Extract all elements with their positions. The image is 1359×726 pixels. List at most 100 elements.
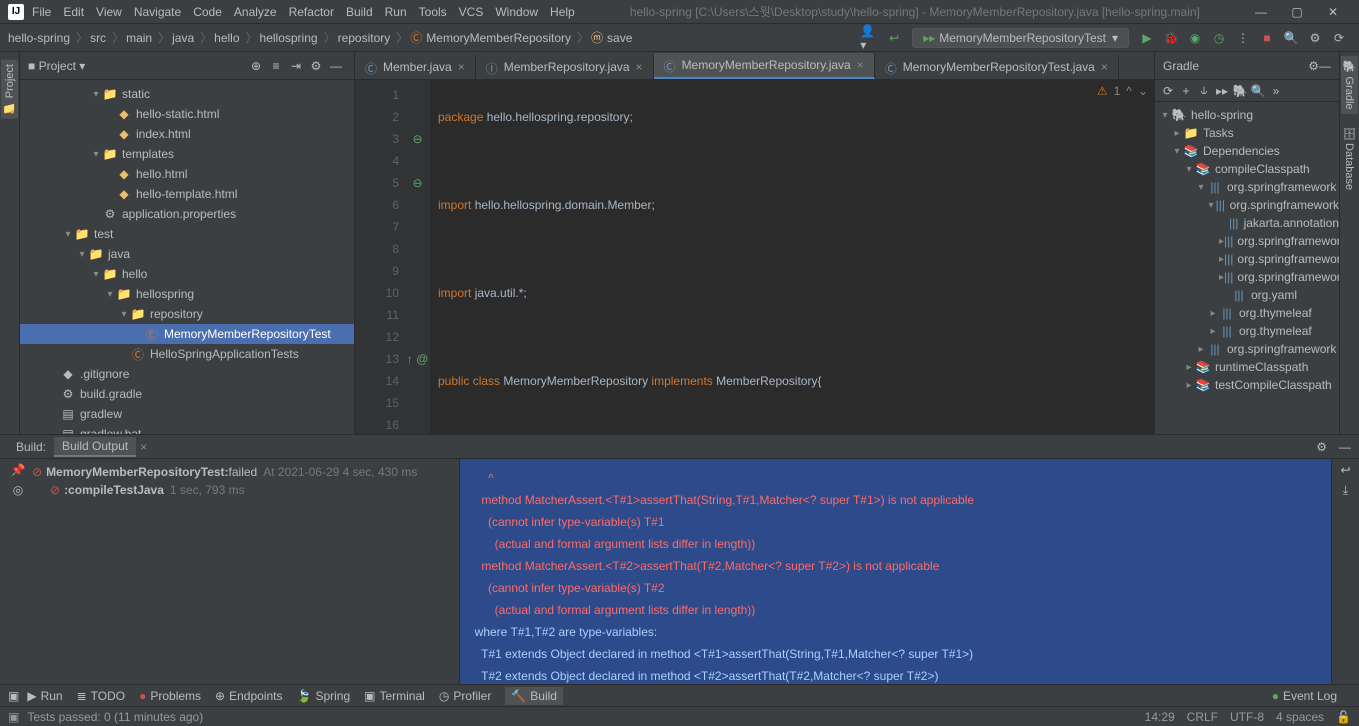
gradle-node[interactable]: ▾|||org.springframework	[1155, 196, 1339, 214]
menu-vcs[interactable]: VCS	[459, 5, 484, 19]
menu-code[interactable]: Code	[193, 5, 222, 19]
tree-node[interactable]: ▤gradlew	[20, 404, 354, 424]
gradle-node[interactable]: |||org.yaml	[1155, 286, 1339, 304]
menu-edit[interactable]: Edit	[63, 5, 84, 19]
tree-node[interactable]: ▾📁templates	[20, 144, 354, 164]
line-separator[interactable]: CRLF	[1187, 710, 1218, 724]
indent-status[interactable]: 4 spaces	[1276, 710, 1324, 724]
tree-node[interactable]: ◆hello.html	[20, 164, 354, 184]
gradle-node[interactable]: |||jakarta.annotation	[1155, 214, 1339, 232]
profiler-tab[interactable]: ◷ Profiler	[439, 689, 492, 703]
close-button[interactable]: ✕	[1315, 5, 1351, 19]
add-icon[interactable]: +	[1177, 82, 1195, 100]
gradle-node[interactable]: ▾🐘hello-spring	[1155, 106, 1339, 124]
gear-icon[interactable]: ⚙	[306, 56, 326, 76]
expand-all-icon[interactable]: ≡	[266, 56, 286, 76]
crumb[interactable]: main	[126, 31, 152, 45]
editor-tab[interactable]: ⒸMember.java×	[355, 55, 476, 79]
gradle-node[interactable]: ▸📁Tasks	[1155, 124, 1339, 142]
crumb[interactable]: MemoryMemberRepository	[426, 31, 571, 45]
file-encoding[interactable]: UTF-8	[1230, 710, 1264, 724]
tree-node[interactable]: ⚙application.properties	[20, 204, 354, 224]
tree-node[interactable]: ◆hello-template.html	[20, 184, 354, 204]
run-config-selector[interactable]: ▸▸ MemoryMemberRepositoryTest ▾	[912, 28, 1129, 48]
crumb[interactable]: java	[172, 31, 194, 45]
gradle-node[interactable]: ▸|||org.thymeleaf	[1155, 322, 1339, 340]
spring-tab[interactable]: 🍃 Spring	[296, 689, 350, 703]
tree-node[interactable]: ▾📁repository	[20, 304, 354, 324]
coverage-button[interactable]: ◉	[1185, 28, 1205, 48]
execute-icon[interactable]: 🐘	[1231, 82, 1249, 100]
gradle-node[interactable]: ▸📚testCompileClasspath	[1155, 376, 1339, 394]
gradle-node[interactable]: ▸|||org.springframework	[1155, 232, 1339, 250]
caret-position[interactable]: 14:29	[1145, 710, 1175, 724]
breadcrumb[interactable]: hello-spring〉 src〉 main〉 java〉 hello〉 he…	[8, 29, 636, 46]
expand-icon[interactable]: »	[1267, 82, 1285, 100]
hide-icon[interactable]: —	[1319, 59, 1331, 73]
sync-icon[interactable]: ⟳	[1329, 28, 1349, 48]
crumb[interactable]: Ⓒ	[410, 29, 422, 46]
scroll-end-icon[interactable]: ⤓	[1343, 483, 1348, 498]
crumb[interactable]: src	[90, 31, 106, 45]
gear-icon[interactable]: ⚙	[1316, 440, 1327, 454]
hide-icon[interactable]: —	[326, 56, 346, 76]
build-tree[interactable]: 📌 ◎ ⊘MemoryMemberRepositoryTest: failedA…	[0, 459, 460, 684]
gradle-node[interactable]: ▾📚Dependencies	[1155, 142, 1339, 160]
minimize-button[interactable]: —	[1243, 5, 1279, 19]
tree-node[interactable]: ⚙build.gradle	[20, 384, 354, 404]
maximize-button[interactable]: ▢	[1279, 5, 1315, 19]
search-icon[interactable]: 🔍	[1281, 28, 1301, 48]
tree-node[interactable]: ⒸHelloSpringApplicationTests	[20, 344, 354, 364]
editor-tab[interactable]: ⒸMemoryMemberRepository.java×	[654, 53, 875, 79]
problems-tab[interactable]: ● Problems	[139, 689, 201, 703]
run-tab[interactable]: ▶ Run	[27, 689, 62, 703]
target-icon[interactable]: ◎	[13, 483, 23, 497]
menu-window[interactable]: Window	[495, 5, 538, 19]
menu-build[interactable]: Build	[346, 5, 373, 19]
menu-help[interactable]: Help	[550, 5, 575, 19]
gradle-node[interactable]: ▾📚compileClasspath	[1155, 160, 1339, 178]
gradle-node[interactable]: ▸|||org.thymeleaf	[1155, 304, 1339, 322]
expand-icon[interactable]: ▣	[8, 689, 19, 703]
soft-wrap-icon[interactable]: ↩	[1340, 463, 1350, 477]
hide-icon[interactable]: —	[1339, 440, 1351, 454]
build-row[interactable]: ⊘MemoryMemberRepositoryTest: failedAt 20…	[32, 463, 455, 481]
build-row[interactable]: ⊘:compileTestJava 1 sec, 793 ms	[32, 481, 455, 499]
detach-icon[interactable]: ⫝	[1195, 82, 1213, 100]
crumb[interactable]: repository	[338, 31, 391, 45]
tree-node[interactable]: ▾📁java	[20, 244, 354, 264]
gradle-node[interactable]: ▸|||org.springframework	[1155, 268, 1339, 286]
project-tool-tab[interactable]: 📁 Project	[1, 60, 18, 119]
tree-node[interactable]: ▾📁static	[20, 84, 354, 104]
debug-button[interactable]: 🐞	[1161, 28, 1181, 48]
status-icon[interactable]: ▣	[8, 710, 19, 724]
database-tool-tab[interactable]: 🗄 Database	[1341, 122, 1358, 194]
tree-node[interactable]: ▾📁hellospring	[20, 284, 354, 304]
editor-tab[interactable]: ⒸMemoryMemberRepositoryTest.java×	[875, 55, 1119, 79]
run-button[interactable]: ▶	[1137, 28, 1157, 48]
stop-button[interactable]: ■	[1257, 28, 1277, 48]
run-task-icon[interactable]: ▸▸	[1213, 82, 1231, 100]
tree-node[interactable]: ◆.gitignore	[20, 364, 354, 384]
tree-node[interactable]: ▾📁test	[20, 224, 354, 244]
build-tab[interactable]: 🔨 Build	[505, 687, 563, 705]
gradle-tool-tab[interactable]: 🐘 Gradle	[1341, 56, 1358, 114]
tree-node[interactable]: ⒸMemoryMemberRepositoryTest	[20, 324, 354, 344]
tree-node[interactable]: ▤gradlew.bat	[20, 424, 354, 434]
endpoints-tab[interactable]: ⊕ Endpoints	[215, 689, 282, 703]
code-body[interactable]: package hello.hellospring.repository; im…	[430, 80, 1154, 434]
gradle-node[interactable]: ▸|||org.springframework	[1155, 250, 1339, 268]
editor-tab[interactable]: ⒾMemberRepository.java×	[476, 55, 654, 79]
tree-node[interactable]: ◆index.html	[20, 124, 354, 144]
menu-refactor[interactable]: Refactor	[289, 5, 334, 19]
pin-icon[interactable]: 📌	[11, 463, 26, 477]
event-log-tab[interactable]: ● Event Log	[1272, 689, 1337, 703]
menu-view[interactable]: View	[96, 5, 122, 19]
gradle-node[interactable]: ▸📚runtimeClasspath	[1155, 358, 1339, 376]
build-output-tab[interactable]: Build Output	[54, 437, 136, 457]
profile-button[interactable]: ◷	[1209, 28, 1229, 48]
inspection-widget[interactable]: ⚠1 ^⌄	[1097, 84, 1148, 98]
tree-node[interactable]: ◆hello-static.html	[20, 104, 354, 124]
crumb[interactable]: hello	[214, 31, 239, 45]
terminal-tab[interactable]: ▣ Terminal	[364, 689, 425, 703]
